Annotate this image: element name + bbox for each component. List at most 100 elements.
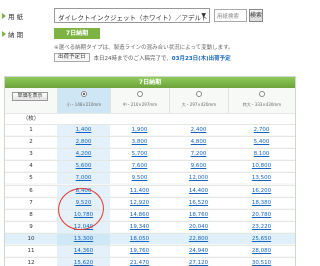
- price-link[interactable]: 11,400: [110, 186, 169, 197]
- table-row: 12 15,620 21,470 27,120 30,510: [5, 257, 295, 266]
- price-link[interactable]: 4,200: [57, 149, 110, 160]
- qty-cell: 3: [29, 151, 33, 158]
- paper-search-input[interactable]: 用紙検索: [214, 9, 247, 22]
- chevron-down-icon: ▼: [201, 12, 206, 19]
- qty-cell: 11: [27, 248, 35, 254]
- price-link[interactable]: 9,600: [169, 161, 228, 172]
- price-link[interactable]: 16,520: [169, 198, 228, 209]
- table-row: 5 7,000 9,500 12,000 13,500: [5, 172, 295, 185]
- price-link[interactable]: 5,700: [110, 149, 169, 160]
- size-label-large: 大・297×420mm: [181, 102, 217, 107]
- price-link[interactable]: 27,120: [169, 258, 228, 266]
- price-link[interactable]: 2,800: [57, 137, 110, 148]
- size-radio-xlarge[interactable]: [259, 91, 265, 97]
- size-option-large[interactable]: 大・297×420mm: [169, 88, 228, 113]
- price-link[interactable]: 23,220: [228, 222, 295, 233]
- price-link[interactable]: 20,040: [169, 222, 228, 233]
- price-link[interactable]: 2,700: [228, 125, 295, 136]
- size-label-small: 小・148×210mm: [66, 102, 102, 107]
- table-row: 11 14,360 19,760 24,940 28,080: [5, 245, 295, 257]
- price-link[interactable]: 13,500: [228, 173, 295, 184]
- ship-day-date: 03月23日(木)出荷予定: [171, 55, 231, 62]
- qty-cell: 7: [29, 199, 33, 206]
- price-link[interactable]: 18,380: [228, 198, 295, 209]
- qty-cell: 4: [29, 163, 33, 170]
- table-row: 10 13,300 18,050 22,800 25,650: [5, 232, 295, 245]
- price-link[interactable]: 25,650: [228, 234, 295, 245]
- price-link[interactable]: 7,200: [169, 149, 228, 160]
- delivery-label: 納 期: [0, 29, 50, 39]
- ship-day-info: 出荷予定日 本日24時までのご入稿完了で、03月23日(木)出荷予定: [54, 53, 231, 62]
- price-link[interactable]: 24,940: [169, 246, 228, 257]
- ship-day-note-prefix: 本日24時までのご入稿完了で、: [93, 55, 172, 62]
- paper-label: 用 紙: [0, 11, 50, 21]
- price-link[interactable]: 1,400: [57, 125, 110, 136]
- price-link[interactable]: 12,920: [110, 198, 169, 209]
- price-link[interactable]: 18,760: [169, 210, 228, 221]
- show-unit-price-button[interactable]: 単価を表示: [12, 92, 48, 101]
- price-link[interactable]: 21,470: [110, 258, 169, 266]
- delivery-row: 納 期 7日納期: [0, 27, 300, 41]
- price-link[interactable]: 15,620: [57, 258, 110, 266]
- price-link[interactable]: 3,800: [110, 137, 169, 148]
- price-link[interactable]: 1,900: [110, 125, 169, 136]
- triangle-bullet-icon: [2, 13, 6, 19]
- table-row: 1 1,400 1,900 2,400 2,700: [5, 124, 295, 136]
- price-link[interactable]: 2,400: [169, 125, 228, 136]
- qty-cell: 9: [29, 223, 33, 230]
- price-link[interactable]: 14,400: [169, 186, 228, 197]
- price-link[interactable]: 14,860: [110, 210, 169, 221]
- price-link[interactable]: 28,080: [228, 246, 295, 257]
- price-link[interactable]: 14,360: [57, 246, 110, 257]
- price-link[interactable]: 19,760: [110, 246, 169, 257]
- price-link[interactable]: 20,780: [228, 210, 295, 221]
- search-button[interactable]: 検索: [249, 9, 263, 22]
- size-option-xlarge[interactable]: 特大・333×430mm: [228, 88, 295, 113]
- table-row: 6 8,400 11,400 14,400 16,200: [5, 184, 295, 197]
- size-option-small[interactable]: 小・148×210mm: [57, 88, 110, 113]
- qty-cell: 5: [29, 175, 33, 182]
- ship-day-button[interactable]: 出荷予定日: [54, 53, 90, 62]
- paper-select[interactable]: ダイレクトインクジェット（ホワイト）／アデルト ▼: [54, 8, 210, 23]
- delivery-option-7day[interactable]: 7日納期: [54, 28, 100, 39]
- price-link[interactable]: 30,510: [228, 258, 295, 266]
- qty-cell: 12: [27, 260, 35, 266]
- price-link[interactable]: 5,400: [228, 137, 295, 148]
- price-link[interactable]: 16,200: [228, 186, 295, 197]
- table-row: 2 2,800 3,800 4,800 5,400: [5, 136, 295, 149]
- price-link[interactable]: 22,800: [169, 234, 228, 245]
- price-link[interactable]: 19,340: [110, 222, 169, 233]
- paper-select-value: ダイレクトインクジェット（ホワイト）／アデルト: [58, 14, 208, 22]
- price-table-title: 7日納期: [5, 77, 295, 88]
- price-table: 7日納期 単価を表示 小・148×210mm 中・210×297mm 大・297…: [4, 76, 296, 266]
- price-link[interactable]: 10,800: [228, 161, 295, 172]
- price-link[interactable]: 12,000: [169, 173, 228, 184]
- size-radio-small[interactable]: [81, 91, 87, 97]
- size-radio-large[interactable]: [196, 91, 202, 97]
- price-link[interactable]: 4,800: [169, 137, 228, 148]
- qty-cell: 10: [27, 235, 35, 242]
- size-label-medium: 中・210×297mm: [122, 102, 158, 107]
- price-link[interactable]: 7,600: [110, 161, 169, 172]
- size-option-medium[interactable]: 中・210×297mm: [110, 88, 169, 113]
- size-label-xlarge: 特大・333×430mm: [242, 102, 282, 107]
- paper-row: 用 紙 ダイレクトインクジェット（ホワイト）／アデルト ▼ 用紙検索 検索: [0, 8, 300, 24]
- price-link[interactable]: 8,100: [228, 149, 295, 160]
- qty-cell: 2: [29, 139, 33, 146]
- qty-cell: 1: [29, 127, 33, 133]
- price-link[interactable]: 5,600: [57, 161, 110, 172]
- price-link[interactable]: 9,500: [110, 173, 169, 184]
- price-link[interactable]: 18,050: [110, 234, 169, 245]
- qty-header-row: （枚）: [5, 113, 295, 124]
- table-row: 3 4,200 5,700 7,200 8,100: [5, 148, 295, 161]
- price-link[interactable]: 13,300: [57, 234, 110, 245]
- triangle-bullet-icon: [2, 31, 6, 37]
- delivery-note: ※選べる納期タイプは、製造ラインの混み合い状況によって変動します。: [54, 45, 234, 51]
- qty-cell: 6: [29, 187, 33, 194]
- size-radio-medium[interactable]: [137, 91, 143, 97]
- price-link[interactable]: 7,000: [57, 173, 110, 184]
- ship-day-note: 本日24時までのご入稿完了で、03月23日(木)出荷予定: [94, 54, 231, 62]
- delivery-label-text: 納 期: [8, 31, 24, 39]
- paper-label-text: 用 紙: [8, 13, 24, 21]
- price-table-header: 単価を表示 小・148×210mm 中・210×297mm 大・297×420m…: [5, 88, 295, 113]
